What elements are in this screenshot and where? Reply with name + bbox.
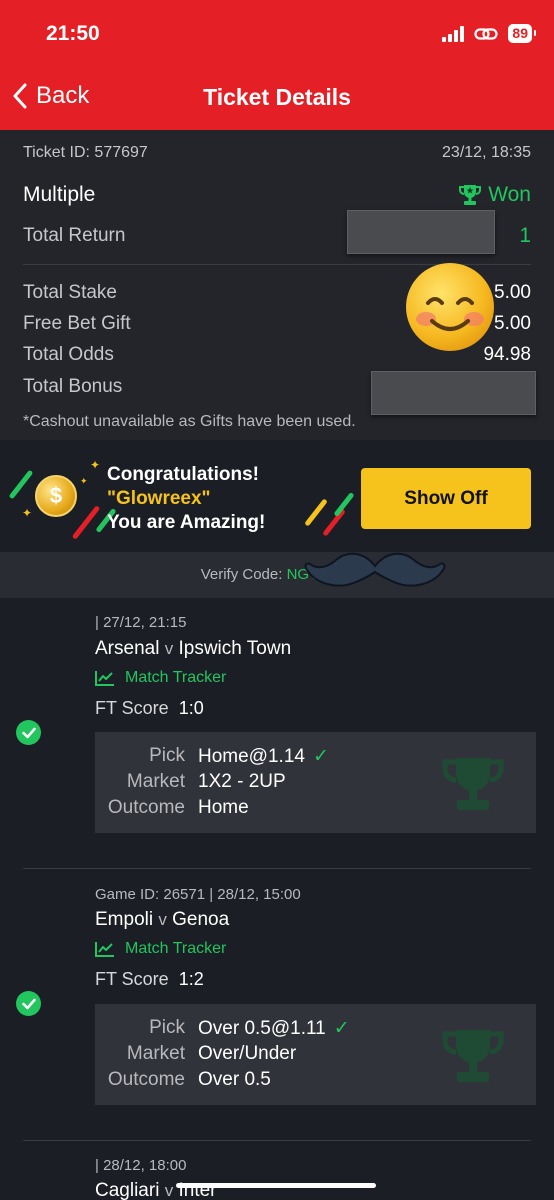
pick-value: Home@1.14 <box>198 746 305 767</box>
match-tracker-link[interactable]: Match Tracker <box>95 940 226 958</box>
market-label: Market <box>126 1043 185 1064</box>
verify-code-bar: Verify Code: NGTE146 <box>0 552 554 598</box>
leg-teams: Arsenal v Ipswich Town <box>95 638 291 660</box>
promo-text: Congratulations! "Glowreex" You are Amaz… <box>107 463 265 535</box>
redaction-block <box>371 371 536 415</box>
match-tracker-label: Match Tracker <box>125 669 227 686</box>
away-team: Ipswich Town <box>178 638 292 659</box>
leg-meta: Game ID: 26571 | 28/12, 15:00 <box>95 886 301 903</box>
vs-label: v <box>164 639 174 658</box>
sparkle-icon: ✦ <box>90 458 101 472</box>
pick-label: Pick <box>149 745 185 766</box>
home-team: Empoli <box>95 909 154 930</box>
show-off-button[interactable]: Show Off <box>361 468 531 529</box>
home-indicator[interactable] <box>176 1183 376 1188</box>
sparkle-icon: ✦ <box>80 476 88 486</box>
check-circle-icon <box>16 720 41 745</box>
leg-meta: | 27/12, 21:15 <box>95 614 187 631</box>
outcome-label: Outcome <box>107 1069 185 1090</box>
header-bar: 21:50 89 Back Ticket Details <box>0 0 554 130</box>
status-label: Won <box>488 183 531 206</box>
ticket-id: Ticket ID: 577697 <box>23 144 148 161</box>
match-tracker-label: Match Tracker <box>125 940 227 957</box>
decor-streak <box>8 469 34 500</box>
market-row: Market Over/Under <box>95 1043 536 1069</box>
redaction-block <box>347 210 495 254</box>
total-return-value: 1 <box>519 224 531 247</box>
home-team: Cagliari <box>95 1180 160 1200</box>
status-icons: 89 <box>442 24 536 43</box>
total-stake-label: Total Stake <box>23 282 117 303</box>
chart-line-icon <box>95 671 114 686</box>
outcome-value: Over 0.5 <box>198 1069 271 1090</box>
link-icon <box>474 27 499 40</box>
promo-line-1: Congratulations! <box>107 464 259 485</box>
outcome-label: Outcome <box>107 797 185 818</box>
mustache-emoji-icon <box>304 552 446 587</box>
verify-code: Verify Code: NGTE146 <box>0 566 554 583</box>
market-row: Market 1X2 - 2UP <box>95 771 536 797</box>
ft-score: FT Score 1:2 <box>95 969 204 990</box>
match-tracker-link[interactable]: Match Tracker <box>95 669 226 687</box>
page-title: Ticket Details <box>203 84 351 110</box>
ft-score-value: 1:0 <box>178 698 204 718</box>
ticket-datetime: 23/12, 18:35 <box>442 144 531 161</box>
promo-banner: ✦ ✦ ✦ $ Congratulations! "Glowreex" You … <box>0 440 554 552</box>
decor-streak <box>71 505 101 540</box>
check-circle-icon <box>16 991 41 1016</box>
pick-row: Pick Home@1.14 ✓ <box>95 745 536 771</box>
ft-score-value: 1:2 <box>178 969 204 989</box>
pick-value: Over 0.5@1.11 <box>198 1018 326 1039</box>
free-bet-value: 5.00 <box>494 313 531 334</box>
coin-icon: $ <box>35 475 77 517</box>
outcome-row: Outcome Home <box>95 797 536 823</box>
pick-details: Pick Home@1.14 ✓ Market 1X2 - 2UP Outcome… <box>95 732 536 833</box>
outcome-row: Outcome Over 0.5 <box>95 1069 536 1095</box>
verify-label: Verify Code: <box>200 566 283 583</box>
outcome-value: Home <box>198 797 249 818</box>
market-value: Over/Under <box>198 1043 297 1064</box>
cashout-note: *Cashout unavailable as Gifts have been … <box>23 413 356 430</box>
market-value: 1X2 - 2UP <box>198 771 286 792</box>
ticket-type: Multiple <box>23 183 96 206</box>
check-icon: ✓ <box>333 1018 350 1039</box>
ticket-summary: Ticket ID: 577697 23/12, 18:35 Multiple … <box>0 130 554 440</box>
total-return-label: Total Return <box>23 225 126 246</box>
leg-meta: | 28/12, 18:00 <box>95 1157 187 1174</box>
ft-score: FT Score 1:0 <box>95 698 204 719</box>
home-team: Arsenal <box>95 638 160 659</box>
status-time: 21:50 <box>46 22 100 45</box>
trophy-icon <box>459 185 482 205</box>
free-bet-label: Free Bet Gift <box>23 313 131 334</box>
ft-label: FT Score <box>95 698 169 718</box>
smiley-emoji-icon <box>406 263 494 351</box>
decor-streak <box>304 498 328 527</box>
pick-row: Pick Over 0.5@1.11 ✓ <box>95 1017 536 1043</box>
vs-label: v <box>158 910 167 929</box>
bet-leg[interactable]: | 28/12, 18:00 Cagliari v Inter <box>0 1140 554 1200</box>
signal-icon <box>442 25 465 42</box>
ft-label: FT Score <box>95 969 169 989</box>
total-stake-value: 5.00 <box>494 282 531 303</box>
chart-line-icon <box>95 942 114 957</box>
total-odds-label: Total Odds <box>23 344 114 365</box>
pick-details: Pick Over 0.5@1.11 ✓ Market Over/Under Ou… <box>95 1004 536 1105</box>
pick-label: Pick <box>149 1017 185 1038</box>
total-bonus-label: Total Bonus <box>23 376 123 397</box>
away-team: Genoa <box>172 909 230 930</box>
promo-username: "Glowreex" <box>107 488 211 509</box>
bet-leg[interactable]: | 27/12, 21:15 Arsenal v Ipswich Town Ma… <box>0 598 554 869</box>
leg-teams: Empoli v Genoa <box>95 909 229 931</box>
battery-icon: 89 <box>508 24 536 43</box>
bet-leg[interactable]: Game ID: 26571 | 28/12, 15:00 Empoli v G… <box>0 869 554 1141</box>
status-badge: Won <box>458 183 531 207</box>
sparkle-icon: ✦ <box>22 506 33 520</box>
check-icon: ✓ <box>312 746 329 767</box>
vs-label: v <box>164 1181 174 1200</box>
promo-line-3: You are Amazing! <box>107 512 266 533</box>
market-label: Market <box>126 771 185 792</box>
